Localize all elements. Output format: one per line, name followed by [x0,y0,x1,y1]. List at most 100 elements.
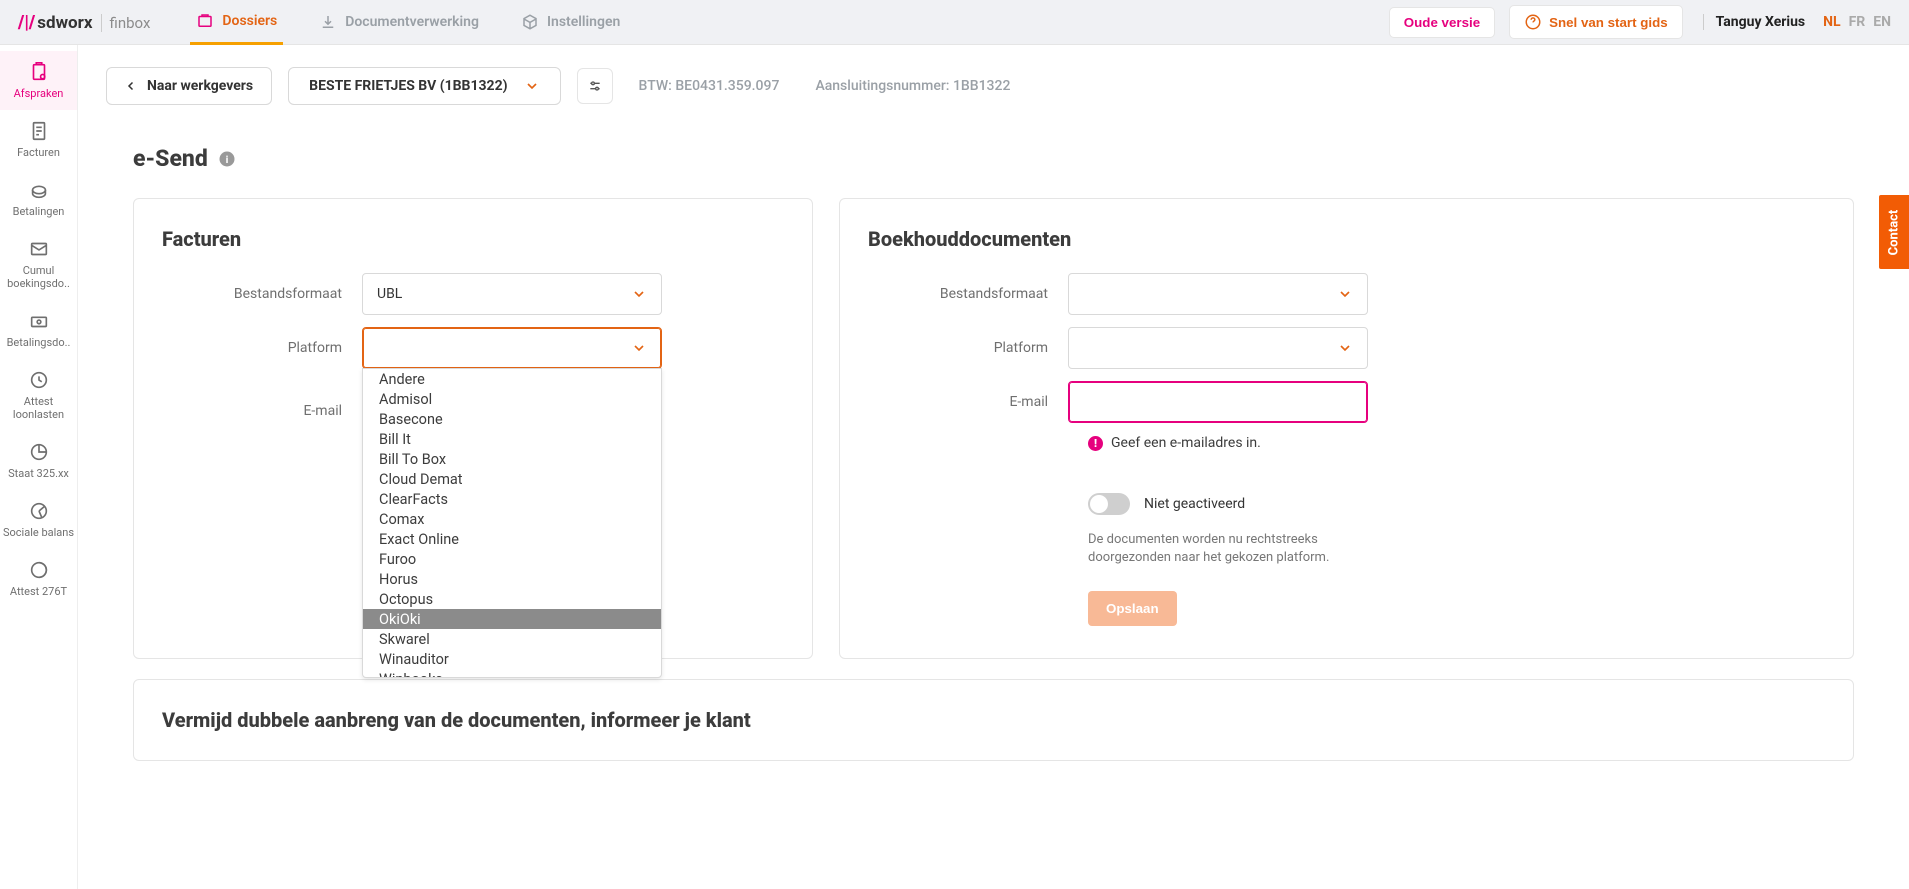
old-version-button[interactable]: Oude versie [1389,7,1495,38]
sub-header: Naar werkgevers BESTE FRIETJES BV (1BB13… [78,45,1909,127]
btw-label: BTW: BE0431.359.097 [639,78,780,94]
sidebar-attest-loon-label: Attest loonlasten [2,395,75,421]
clock-icon [28,369,50,391]
save-button[interactable]: Opslaan [1088,591,1177,626]
download-icon [319,13,337,31]
facturen-title: Facturen [162,227,784,251]
platform-option[interactable]: Admisol [363,389,661,409]
boek-format-select[interactable] [1068,273,1368,315]
sidebar-betalingsdo[interactable]: Betalingsdo.. [0,300,77,359]
sidebar-sociale-label: Sociale balans [3,526,74,539]
side-nav: Afspraken Facturen Betalingen Cumul boek… [0,45,78,889]
nav-dossiers-label: Dossiers [222,13,277,29]
fact-platform-select[interactable] [362,327,662,369]
sidebar-attest276[interactable]: Attest 276T [0,549,77,608]
svg-text:i: i [225,152,228,165]
platform-option[interactable]: Exact Online [363,529,661,549]
sidebar-attest-loon[interactable]: Attest loonlasten [0,359,77,431]
guide-button[interactable]: Snel van start gids [1509,5,1683,39]
boek-email-label: E-mail [868,394,1068,410]
fact-platform-label: Platform [162,340,362,356]
clipboard-icon [28,61,50,83]
sliders-icon [587,78,603,94]
sidebar-afspraken[interactable]: Afspraken [0,51,77,110]
lang-switcher: NL FR EN [1823,14,1891,30]
company-label: BESTE FRIETJES BV (1BB1322) [309,78,507,94]
page-title: e-Send [133,145,208,172]
chevron-down-icon [524,78,540,94]
sidebar-facturen-label: Facturen [17,146,60,159]
sidebar-cumul-label: Cumul boekingsdo.. [2,264,75,290]
user-name: Tanguy Xerius [1703,14,1806,30]
chevron-down-icon [631,340,647,356]
boek-hint: De documenten worden nu rechtstreeks doo… [1088,531,1388,567]
sidebar-staat-label: Staat 325.xx [8,467,69,480]
platform-option[interactable]: OkiOki [363,609,661,629]
page-heading: e-Send i [78,145,1909,172]
mail-icon [28,238,50,260]
chevron-down-icon [1337,340,1353,356]
company-select[interactable]: BESTE FRIETJES BV (1BB1322) [288,67,560,105]
error-icon: ! [1088,436,1103,451]
bottom-card: Vermijd dubbele aanbreng van de document… [133,679,1854,761]
invoice-icon [28,120,50,142]
brand-sd: sd [37,13,55,33]
sidebar-facturen[interactable]: Facturen [0,110,77,169]
sidebar-betalingsdo-label: Betalingsdo.. [7,336,71,349]
sidebar-staat[interactable]: Staat 325.xx [0,431,77,490]
lang-fr[interactable]: FR [1849,14,1866,30]
contact-tab[interactable]: Contact [1879,195,1909,269]
nav-dossiers[interactable]: Dossiers [190,0,283,45]
lang-en[interactable]: EN [1873,14,1891,30]
chevron-down-icon [631,286,647,302]
platform-option[interactable]: Comax [363,509,661,529]
brand-sub: finbox [101,14,151,32]
toggle-label: Niet geactiveerd [1144,496,1245,512]
boek-email-error: ! Geef een e-mailadres in. [1088,435,1825,451]
sidebar-cumul[interactable]: Cumul boekingsdo.. [0,228,77,300]
contact-label: Contact [1887,209,1902,255]
back-button[interactable]: Naar werkgevers [106,67,272,105]
platform-option[interactable]: Furoo [363,549,661,569]
activate-toggle[interactable] [1088,493,1130,515]
platform-option[interactable]: Skwarel [363,629,661,649]
logo-mark: /|/ [18,12,35,33]
boek-email-input[interactable] [1068,381,1368,423]
logo: /|/ sd worx finbox [18,12,150,33]
boekhoud-title: Boekhouddocumenten [868,227,1825,251]
fact-format-select[interactable]: UBL [362,273,662,315]
filter-button[interactable] [577,68,613,104]
header-actions: Oude versie Snel van start gids Tanguy X… [1389,5,1891,39]
platform-dropdown[interactable]: AndereAdmisolBaseconeBill ItBill To BoxC… [362,368,662,678]
sidebar-betalingen[interactable]: Betalingen [0,169,77,228]
platform-option[interactable]: Basecone [363,409,661,429]
platform-option[interactable]: Winauditor [363,649,661,669]
platform-option[interactable]: Octopus [363,589,661,609]
nav-doc-label: Documentverwerking [345,14,479,30]
nav-settings[interactable]: Instellingen [515,1,626,43]
boekhoud-card: Boekhouddocumenten Bestandsformaat Platf… [839,198,1854,659]
sidebar-sociale[interactable]: Sociale balans [0,490,77,549]
aansluit-label: Aansluitingsnummer: 1BB1322 [815,78,1010,94]
boek-format-label: Bestandsformaat [868,286,1068,302]
boek-email-error-text: Geef een e-mailadres in. [1111,435,1261,451]
platform-option[interactable]: Andere [363,369,661,389]
guide-label: Snel van start gids [1549,15,1668,30]
platform-option[interactable]: Winbooks [363,669,661,678]
platform-option[interactable]: Cloud Demat [363,469,661,489]
lang-nl[interactable]: NL [1823,14,1840,30]
top-nav: Dossiers Documentverwerking Instellingen [190,0,626,45]
nav-doc[interactable]: Documentverwerking [313,1,485,43]
cube-icon [521,13,539,31]
boek-platform-select[interactable] [1068,327,1368,369]
info-icon[interactable]: i [218,150,236,168]
pie-icon [28,500,50,522]
fact-format-value: UBL [377,286,402,302]
bottom-title: Vermijd dubbele aanbreng van de document… [162,708,1825,732]
platform-option[interactable]: Bill To Box [363,449,661,469]
brand-worx: worx [56,13,93,33]
platform-option[interactable]: Horus [363,569,661,589]
money-icon [28,310,50,332]
platform-option[interactable]: ClearFacts [363,489,661,509]
platform-option[interactable]: Bill It [363,429,661,449]
